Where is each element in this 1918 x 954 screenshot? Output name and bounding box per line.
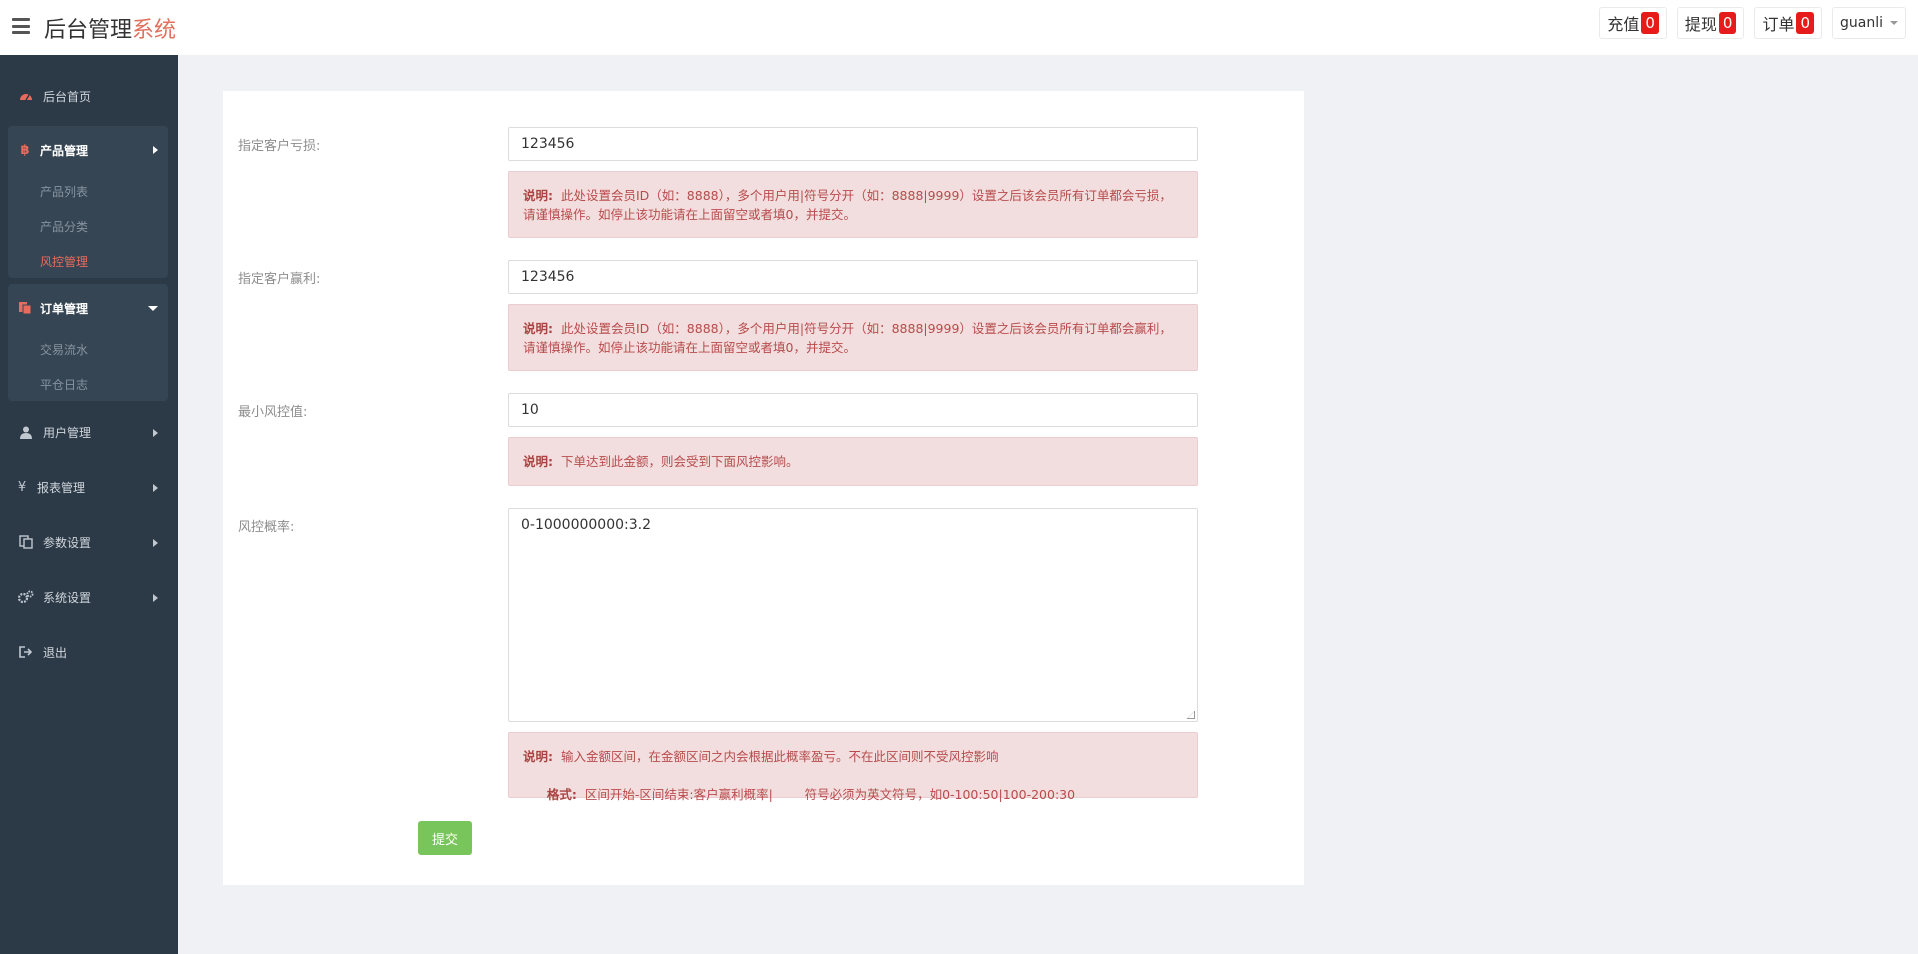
orders-label: 订单 — [1762, 15, 1795, 34]
sidebar: 后台首页 ฿ 产品管理 产品列表 产品分类 风控管理 订单管理 交易流水 平仓日… — [0, 55, 178, 954]
chevron-right-icon — [153, 429, 158, 437]
profit-notice: 说明: 此处设置会员ID（如：8888），多个用户用|符号分开（如：8888|99… — [508, 304, 1198, 371]
chevron-right-icon — [153, 484, 158, 492]
sidebar-item-reports[interactable]: ¥ 报表管理 — [0, 469, 178, 505]
withdraw-button[interactable]: 提现 0 — [1676, 7, 1745, 39]
brand-accent: 系统 — [132, 18, 177, 43]
sidebar-subitem-product-list[interactable]: 产品列表 — [8, 174, 168, 209]
notice-text: 下单达到此金额，则会受到下面风控影响。 — [561, 454, 799, 469]
chevron-down-icon — [148, 306, 158, 311]
chevron-right-icon — [153, 539, 158, 547]
min-risk-notice: 说明: 下单达到此金额，则会受到下面风控影响。 — [508, 437, 1198, 486]
copy-icon — [18, 535, 34, 549]
recharge-count-badge: 0 — [1641, 12, 1659, 34]
profit-label: 指定客户赢利: — [238, 272, 321, 287]
notice-text: 此处设置会员ID（如：8888），多个用户用|符号分开（如：8888|9999）… — [523, 188, 1172, 222]
menu-toggle-icon[interactable] — [12, 18, 30, 34]
chevron-right-icon — [153, 594, 158, 602]
sidebar-group-product: ฿ 产品管理 产品列表 产品分类 风控管理 — [8, 126, 168, 278]
sidebar-subitem-transactions[interactable]: 交易流水 — [8, 332, 168, 367]
bitcoin-icon: ฿ — [20, 142, 30, 158]
caret-down-icon — [1890, 21, 1898, 25]
sidebar-subitem-close-log[interactable]: 平仓日志 — [8, 367, 168, 402]
format-text: 区间开始-区间结束:客户赢利概率| 符号必须为英文符号，如0-100:50|10… — [584, 787, 1076, 802]
risk-rate-textarea[interactable]: 0-1000000000:3.2 — [508, 508, 1198, 722]
recharge-button[interactable]: 充值 0 — [1599, 7, 1667, 39]
loss-label: 指定客户亏损: — [238, 139, 321, 154]
sidebar-group-order: 订单管理 交易流水 平仓日志 — [8, 284, 168, 401]
sidebar-item-label: 后台首页 — [43, 89, 92, 104]
user-icon — [18, 426, 34, 439]
notice-line: 说明: 输入金额区间，在金额区间之内会根据此概率盈亏。不在此区间则不受风控影响 — [523, 747, 1183, 766]
recharge-label: 充值 — [1607, 15, 1640, 34]
brand-title: 后台管理系统 — [44, 12, 176, 44]
notice-line: 格式: 区间开始-区间结束:客户赢利概率| 符号必须为英文符号，如0-100:50… — [523, 766, 1183, 823]
sidebar-item-label: 用户管理 — [43, 425, 92, 440]
orders-count-badge: 0 — [1796, 12, 1814, 34]
sidebar-item-label: 订单管理 — [40, 301, 89, 316]
sidebar-item-params[interactable]: 参数设置 — [0, 524, 178, 560]
sidebar-item-label: 报表管理 — [37, 480, 86, 495]
sidebar-subitem-risk-control[interactable]: 风控管理 — [8, 244, 168, 279]
sidebar-item-home[interactable]: 后台首页 — [0, 78, 178, 114]
risk-rate-notice: 说明: 输入金额区间，在金额区间之内会根据此概率盈亏。不在此区间则不受风控影响 格… — [508, 732, 1198, 802]
copy-icon — [17, 301, 33, 315]
submit-button[interactable]: 提交 — [418, 821, 472, 855]
notice-title: 说明: — [523, 188, 553, 203]
withdraw-label: 提现 — [1684, 15, 1717, 34]
chevron-right-icon — [153, 146, 158, 154]
sign-out-icon — [18, 646, 34, 658]
top-actions: 充值 0 提现 0 订单 0 guanli — [1599, 7, 1906, 39]
risk-rate-label: 风控概率: — [238, 520, 295, 535]
sidebar-item-order[interactable]: 订单管理 — [8, 284, 168, 332]
resize-grip-icon[interactable] — [1187, 711, 1195, 719]
top-bar: 后台管理系统 充值 0 提现 0 订单 0 guanli — [0, 0, 1918, 55]
sidebar-item-product[interactable]: ฿ 产品管理 — [8, 126, 168, 174]
notice-title: 说明: — [523, 321, 553, 336]
username: guanli — [1840, 15, 1883, 31]
notice-title: 说明: — [523, 454, 553, 469]
sidebar-subitem-product-category[interactable]: 产品分类 — [8, 209, 168, 244]
sidebar-item-users[interactable]: 用户管理 — [0, 414, 178, 450]
dashboard-icon — [18, 90, 34, 102]
sidebar-item-label: 参数设置 — [43, 535, 92, 550]
risk-control-form: 指定客户亏损: 123456 说明: 此处设置会员ID（如：8888），多个用户用… — [223, 91, 1304, 885]
sidebar-item-label: 产品管理 — [40, 143, 89, 158]
min-risk-input[interactable]: 10 — [508, 393, 1198, 427]
sidebar-item-label: 系统设置 — [43, 590, 92, 605]
orders-button[interactable]: 订单 0 — [1754, 7, 1822, 39]
brand-main: 后台管理 — [44, 18, 133, 43]
notice-text: 此处设置会员ID（如：8888），多个用户用|符号分开（如：8888|9999）… — [523, 321, 1172, 355]
user-dropdown[interactable]: guanli — [1832, 7, 1906, 39]
gears-icon — [18, 590, 34, 604]
profit-user-input[interactable]: 123456 — [508, 260, 1198, 294]
format-title: 格式: — [546, 787, 577, 802]
sidebar-item-logout[interactable]: 退出 — [0, 634, 178, 670]
sidebar-item-label: 退出 — [43, 645, 68, 660]
withdraw-count-badge: 0 — [1718, 12, 1737, 34]
loss-notice: 说明: 此处设置会员ID（如：8888），多个用户用|符号分开（如：8888|99… — [508, 171, 1198, 238]
min-risk-label: 最小风控值: — [238, 405, 308, 420]
sidebar-item-system[interactable]: 系统设置 — [0, 579, 178, 615]
notice-title: 说明: — [523, 749, 553, 764]
loss-user-input[interactable]: 123456 — [508, 127, 1198, 161]
risk-rate-value: 0-1000000000:3.2 — [521, 517, 652, 533]
yen-icon: ¥ — [17, 479, 27, 495]
notice-text: 输入金额区间，在金额区间之内会根据此概率盈亏。不在此区间则不受风控影响 — [561, 749, 999, 764]
